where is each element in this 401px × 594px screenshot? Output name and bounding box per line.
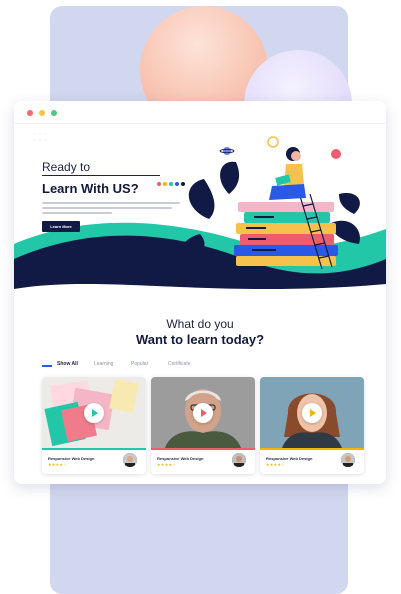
card-accent-bar [151, 448, 255, 450]
window-titlebar [14, 101, 386, 124]
play-icon [92, 409, 98, 417]
course-card[interactable]: Responsive Web Design ★★★★☆ [260, 377, 364, 474]
learn-more-button[interactable]: Learn More [42, 221, 80, 232]
section-subtitle: What do you [166, 317, 234, 331]
card-title: Responsive Web Design [48, 456, 95, 461]
play-button[interactable] [302, 403, 322, 423]
hero-section: Ready to Learn With US? Learn More [14, 124, 386, 304]
card-title: Responsive Web Design [157, 456, 204, 461]
active-tab-indicator [42, 365, 52, 367]
instructor-avatar [231, 452, 247, 468]
instructor-avatar [122, 452, 138, 468]
card-accent-bar [260, 448, 364, 450]
course-card[interactable]: Responsive Web Design ★★★★☆ [42, 377, 146, 474]
rating-stars: ★★★★☆ [266, 462, 285, 467]
close-dot[interactable] [27, 110, 33, 116]
hero-divider [42, 175, 160, 176]
hero-subheading: Ready to [42, 160, 91, 174]
rating-stars: ★★★★☆ [48, 462, 67, 467]
course-card[interactable]: Responsive Web Design ★★★★☆ [151, 377, 255, 474]
play-button[interactable] [84, 403, 104, 423]
play-icon [201, 409, 207, 417]
minimize-dot[interactable] [39, 110, 45, 116]
play-icon [310, 409, 316, 417]
color-dots [157, 173, 187, 191]
hero-description [42, 202, 182, 217]
play-button[interactable] [193, 403, 213, 423]
card-title: Responsive Web Design [266, 456, 313, 461]
rating-stars: ★★★★☆ [157, 462, 176, 467]
card-accent-bar [42, 448, 146, 450]
browser-window: Ready to Learn With US? Learn More What … [14, 101, 386, 484]
tab-learning[interactable]: Learning [94, 361, 113, 367]
hero-heading: Learn With US? [42, 181, 139, 196]
tab-popular[interactable]: Popular [131, 361, 148, 367]
section-title: Want to learn today? [135, 332, 265, 347]
instructor-avatar [340, 452, 356, 468]
tab-certificate[interactable]: Certificate [168, 361, 191, 367]
tab-show-all[interactable]: Show All [57, 361, 78, 367]
maximize-dot[interactable] [51, 110, 57, 116]
